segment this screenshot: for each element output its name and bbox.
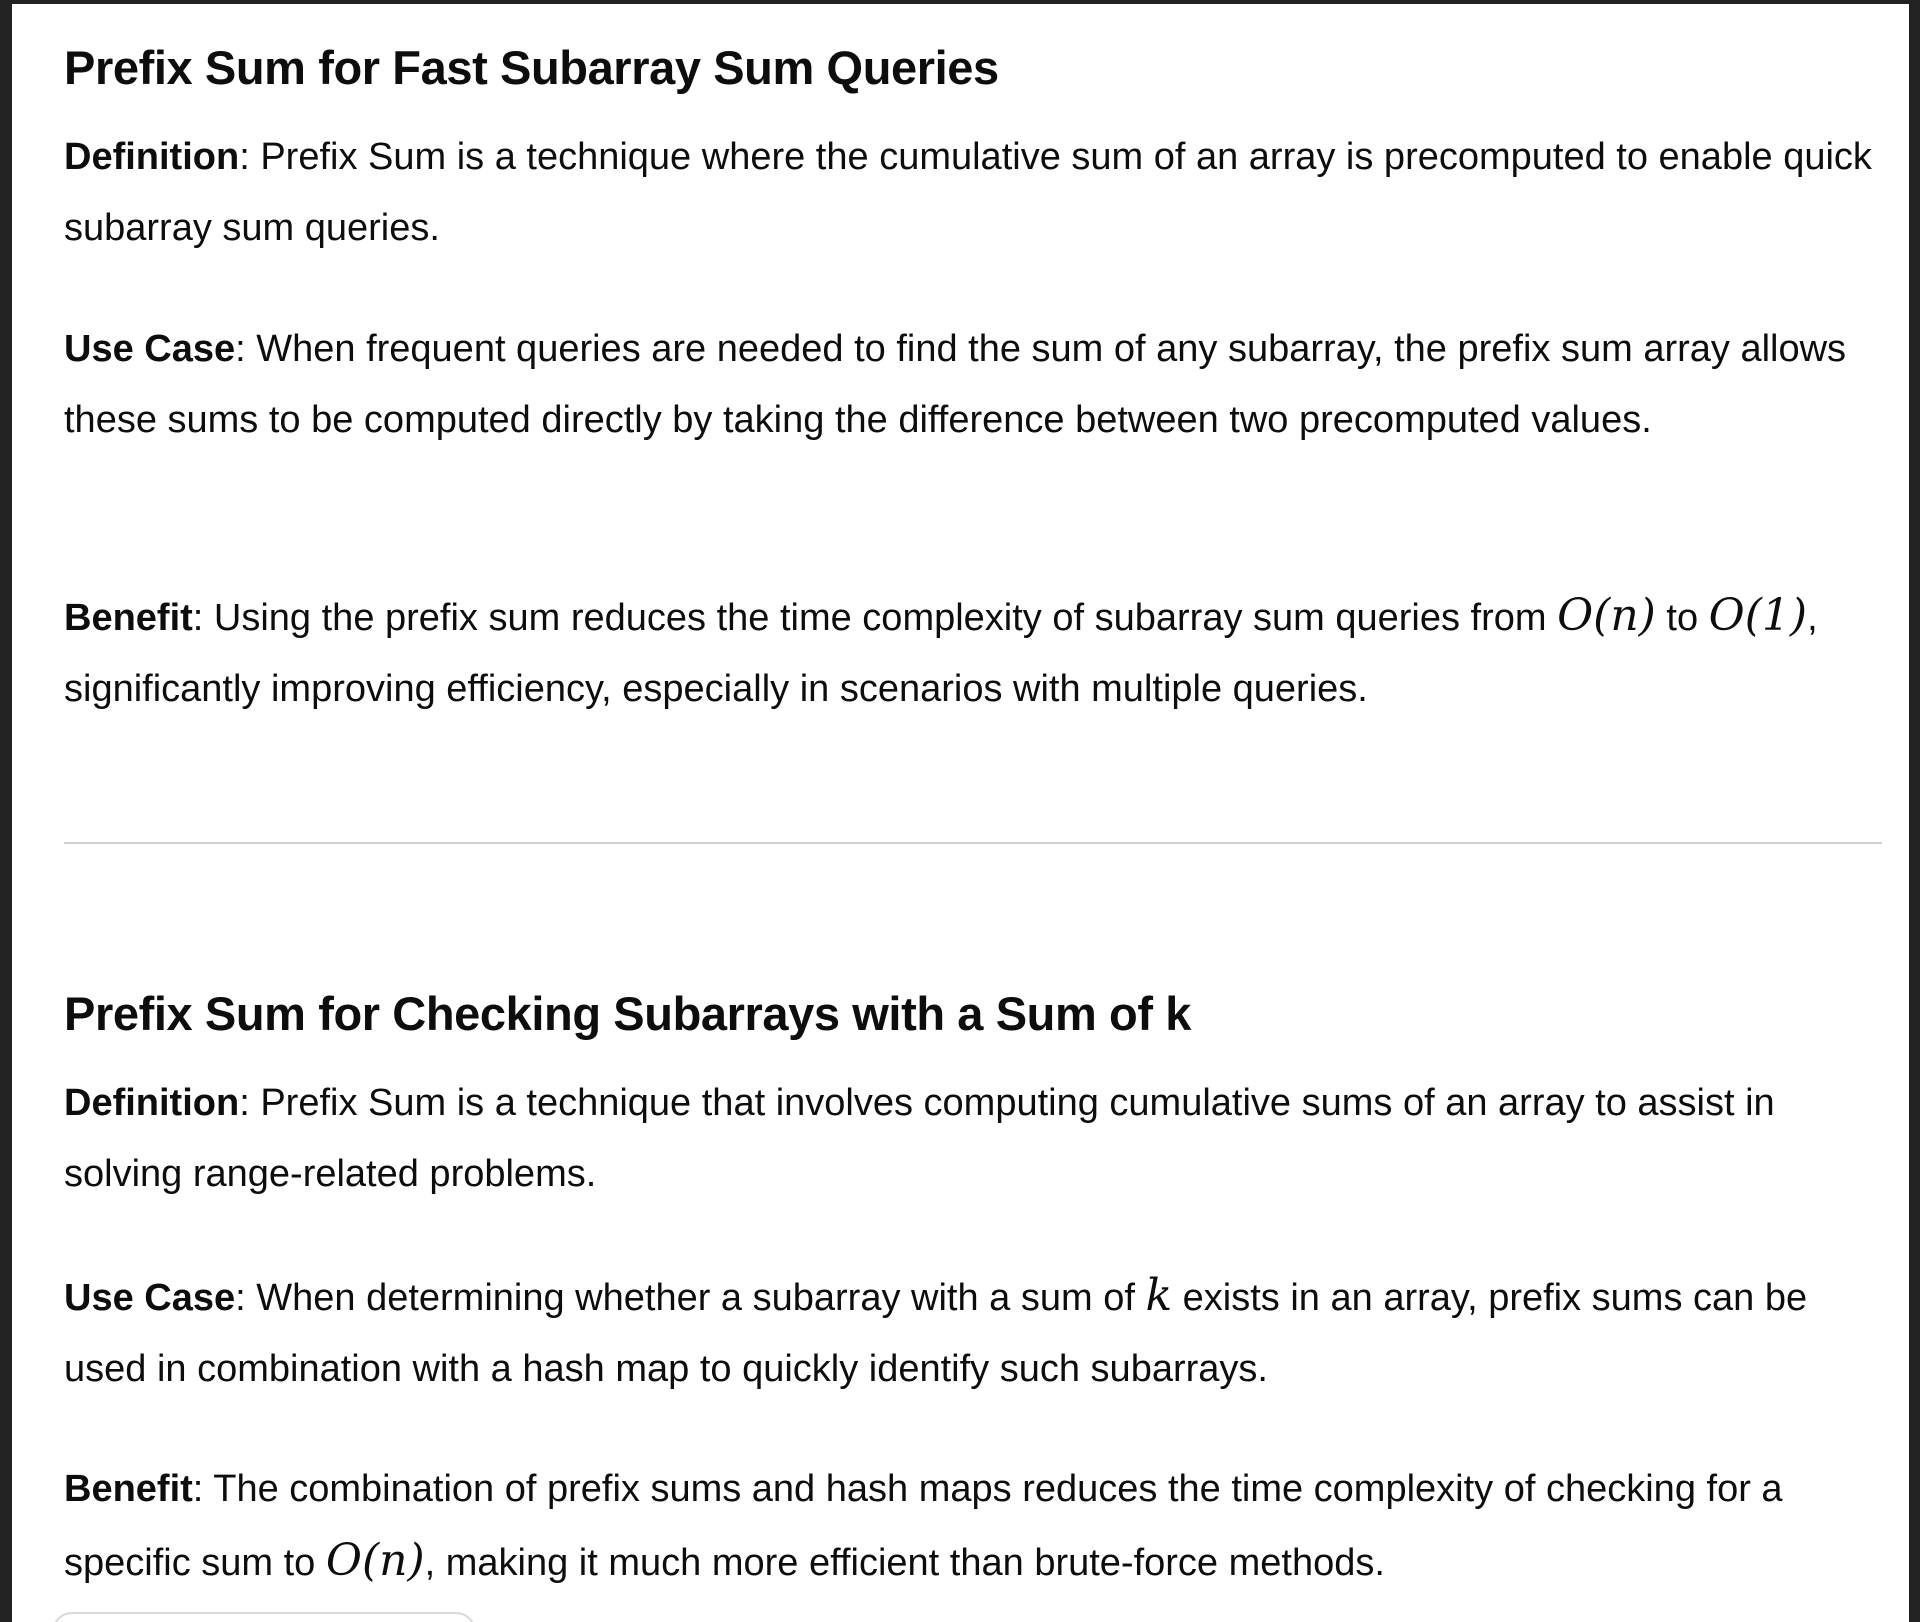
use-case-paragraph: Use Case: When frequent queries are need… (64, 314, 1882, 456)
definition-label: Definition (64, 1082, 240, 1124)
definition-label: Definition (64, 136, 240, 178)
benefit-paragraph: Benefit: Using the prefix sum reduces th… (64, 580, 1882, 725)
document-page: Prefix Sum for Fast Subarray Sum Queries… (12, 4, 1909, 1622)
benefit-paragraph: Benefit: The combination of prefix sums … (64, 1454, 1882, 1599)
use-case-label: Use Case (64, 328, 236, 370)
section-divider (64, 842, 1882, 844)
definition-text: : Prefix Sum is a technique that involve… (64, 1082, 1775, 1195)
benefit-text-part: to (1655, 597, 1709, 639)
section-heading: Prefix Sum for Fast Subarray Sum Queries (64, 41, 999, 94)
math-o-n: O(n) (1557, 590, 1656, 641)
benefit-text-part: , making it much more efficient than bru… (424, 1542, 1385, 1584)
definition-text: : Prefix Sum is a technique where the cu… (64, 136, 1872, 249)
benefit-label: Benefit (64, 597, 193, 639)
benefit-text-part: : Using the prefix sum reduces the time … (192, 597, 1558, 639)
math-k: k (1145, 1270, 1173, 1321)
math-o-1: O(1) (1708, 590, 1808, 641)
benefit-label: Benefit (64, 1468, 193, 1510)
section-heading: Prefix Sum for Checking Subarrays with a… (64, 987, 1191, 1040)
partial-button-outline[interactable] (52, 1612, 476, 1622)
use-case-paragraph: Use Case: When determining whether a sub… (64, 1260, 1882, 1405)
definition-paragraph: Definition: Prefix Sum is a technique th… (64, 1068, 1882, 1210)
use-case-label: Use Case (64, 1277, 236, 1319)
definition-paragraph: Definition: Prefix Sum is a technique wh… (64, 122, 1882, 264)
use-case-text-part: : When determining whether a subarray wi… (235, 1277, 1146, 1319)
math-o-n: O(n) (325, 1535, 425, 1586)
use-case-text: : When frequent queries are needed to fi… (64, 328, 1847, 441)
